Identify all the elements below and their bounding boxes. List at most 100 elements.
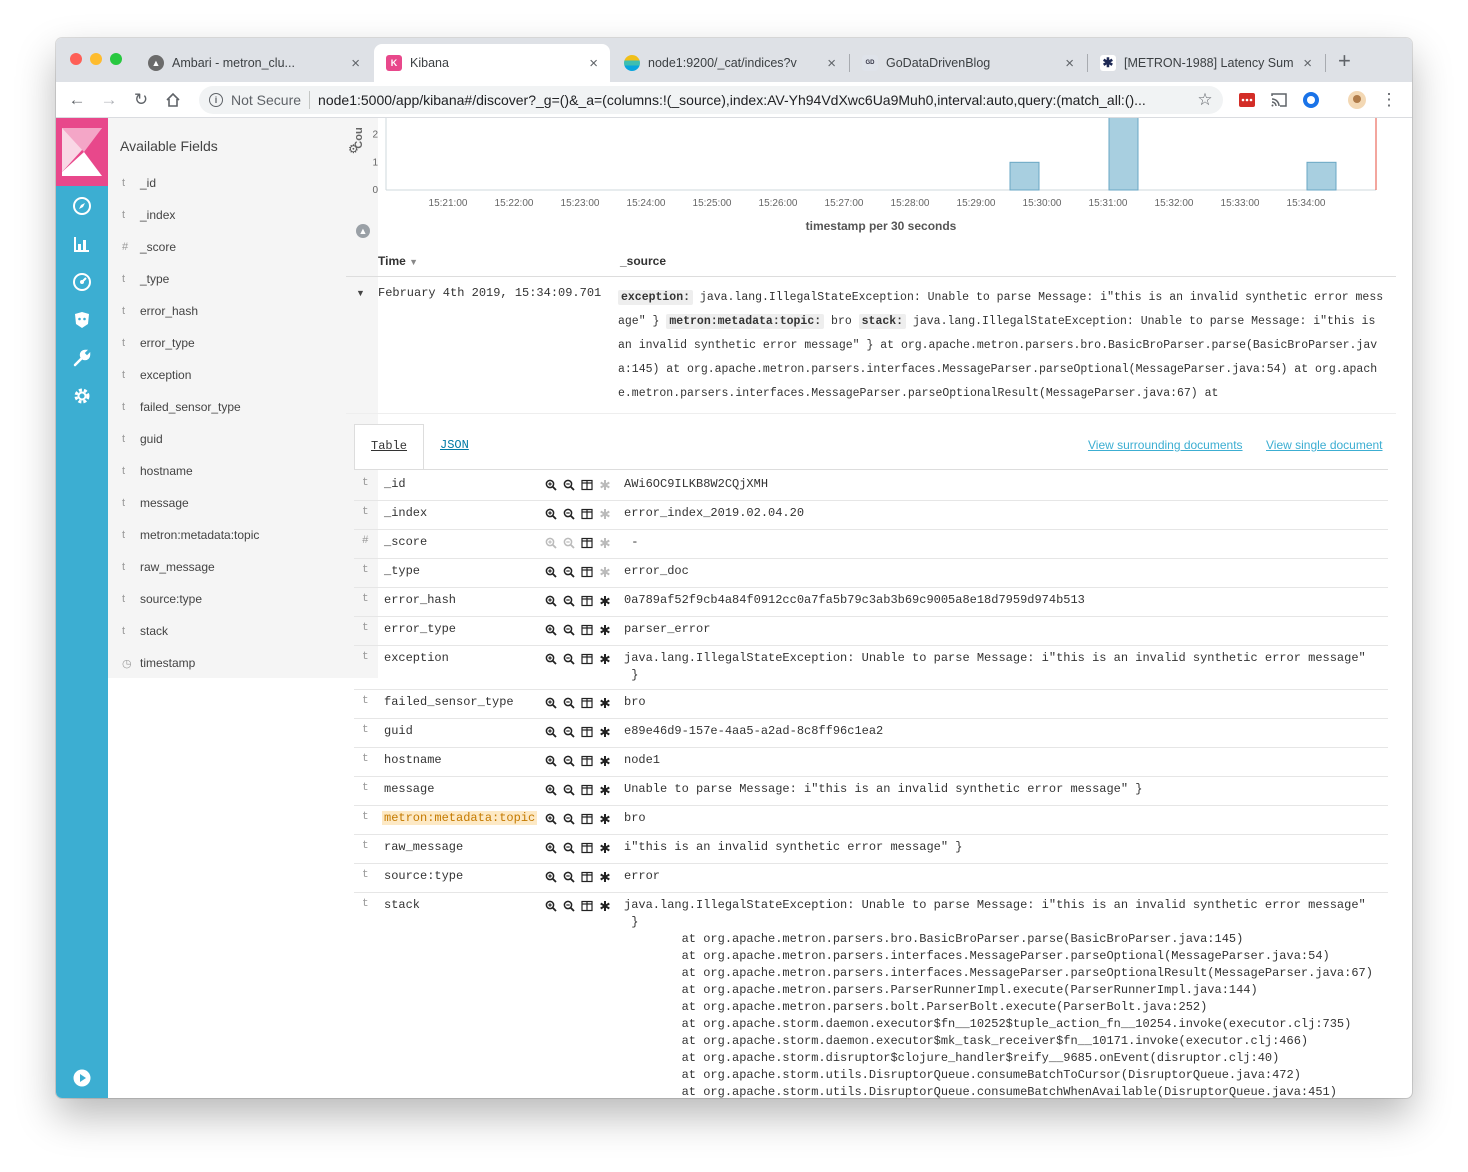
filter-out-value-icon[interactable] xyxy=(562,507,576,521)
filter-exists-icon[interactable] xyxy=(598,841,612,855)
tab-kibana[interactable]: K Kibana × xyxy=(374,44,610,82)
tab-metron-jira[interactable]: ✱ [METRON-1988] Latency Sum × xyxy=(1088,44,1324,82)
filter-exists-icon[interactable] xyxy=(598,812,612,826)
cast-icon[interactable] xyxy=(1268,89,1290,111)
filter-for-value-icon[interactable] xyxy=(544,652,558,666)
new-tab-button[interactable]: + xyxy=(1338,48,1351,74)
filter-exists-icon[interactable] xyxy=(598,507,612,521)
url-text[interactable]: node1:5000/app/kibana#/discover?_g=()&_a… xyxy=(318,92,1223,108)
filter-exists-icon[interactable] xyxy=(598,623,612,637)
filter-exists-icon[interactable] xyxy=(598,783,612,797)
bookmark-star-icon[interactable]: ☆ xyxy=(1194,89,1216,111)
field-item[interactable]: t _type xyxy=(122,269,169,289)
close-tab-icon[interactable]: × xyxy=(589,55,598,72)
filter-exists-icon[interactable] xyxy=(598,754,612,768)
chevron-up-icon[interactable]: ▲ xyxy=(356,224,370,238)
extension-lastpass-icon[interactable] xyxy=(1236,89,1258,111)
toggle-column-icon[interactable] xyxy=(580,899,594,913)
field-item[interactable]: t metron:metadata:topic xyxy=(122,525,259,545)
filter-out-value-icon[interactable] xyxy=(562,812,576,826)
view-surrounding-link[interactable]: View surrounding documents xyxy=(1088,438,1243,452)
profile-avatar[interactable] xyxy=(1346,89,1368,111)
filter-for-value-icon[interactable] xyxy=(544,594,558,608)
field-item[interactable]: t failed_sensor_type xyxy=(122,397,241,417)
dashboard-icon[interactable] xyxy=(72,272,92,292)
filter-out-value-icon[interactable] xyxy=(562,623,576,637)
toggle-column-icon[interactable] xyxy=(580,478,594,492)
filter-exists-icon[interactable] xyxy=(598,870,612,884)
filter-for-value-icon[interactable] xyxy=(544,899,558,913)
filter-out-value-icon[interactable] xyxy=(562,565,576,579)
toggle-column-icon[interactable] xyxy=(580,507,594,521)
close-tab-icon[interactable]: × xyxy=(1303,55,1312,72)
filter-for-value-icon[interactable] xyxy=(544,478,558,492)
filter-for-value-icon[interactable] xyxy=(544,783,558,797)
filter-for-value-icon[interactable] xyxy=(544,870,558,884)
visualize-icon[interactable] xyxy=(72,234,92,254)
filter-for-value-icon[interactable] xyxy=(544,536,558,550)
filter-for-value-icon[interactable] xyxy=(544,623,558,637)
timelion-icon[interactable] xyxy=(72,310,92,330)
toggle-column-icon[interactable] xyxy=(580,783,594,797)
toggle-column-icon[interactable] xyxy=(580,652,594,666)
address-bar[interactable]: i Not Secure node1:5000/app/kibana#/disc… xyxy=(199,86,1223,114)
filter-exists-icon[interactable] xyxy=(598,594,612,608)
tab-cat-indices[interactable]: node1:9200/_cat/indices?v × xyxy=(612,44,848,82)
toggle-column-icon[interactable] xyxy=(580,841,594,855)
filter-exists-icon[interactable] xyxy=(598,536,612,550)
filter-exists-icon[interactable] xyxy=(598,565,612,579)
filter-exists-icon[interactable] xyxy=(598,652,612,666)
field-item[interactable]: t stack xyxy=(122,621,168,641)
filter-out-value-icon[interactable] xyxy=(562,899,576,913)
field-item[interactable]: t raw_message xyxy=(122,557,215,577)
column-time[interactable]: Time ▼ xyxy=(378,254,418,268)
filter-for-value-icon[interactable] xyxy=(544,507,558,521)
field-item[interactable]: ◷ timestamp xyxy=(122,653,195,673)
filter-for-value-icon[interactable] xyxy=(544,754,558,768)
extension-circle-icon[interactable] xyxy=(1300,89,1322,111)
filter-for-value-icon[interactable] xyxy=(544,841,558,855)
tab-table[interactable]: Table xyxy=(354,424,425,470)
close-window-button[interactable] xyxy=(70,53,82,65)
sort-desc-icon[interactable]: ▼ xyxy=(409,257,418,267)
toggle-column-icon[interactable] xyxy=(580,812,594,826)
field-item[interactable]: t hostname xyxy=(122,461,193,481)
filter-for-value-icon[interactable] xyxy=(544,565,558,579)
close-tab-icon[interactable]: × xyxy=(1065,55,1074,72)
filter-out-value-icon[interactable] xyxy=(562,783,576,797)
filter-for-value-icon[interactable] xyxy=(544,812,558,826)
minimize-window-button[interactable] xyxy=(90,53,102,65)
field-item[interactable]: t _index xyxy=(122,205,175,225)
filter-out-value-icon[interactable] xyxy=(562,536,576,550)
kibana-logo[interactable] xyxy=(56,118,108,186)
filter-out-value-icon[interactable] xyxy=(562,725,576,739)
filter-out-value-icon[interactable] xyxy=(562,696,576,710)
filter-out-value-icon[interactable] xyxy=(562,652,576,666)
toggle-column-icon[interactable] xyxy=(580,594,594,608)
toggle-column-icon[interactable] xyxy=(580,754,594,768)
toggle-column-icon[interactable] xyxy=(580,565,594,579)
filter-out-value-icon[interactable] xyxy=(562,754,576,768)
tab-json[interactable]: JSON xyxy=(424,424,485,470)
filter-out-value-icon[interactable] xyxy=(562,478,576,492)
home-icon[interactable] xyxy=(162,89,184,111)
field-item[interactable]: t exception xyxy=(122,365,191,385)
field-item[interactable]: # _score xyxy=(122,237,176,257)
filter-exists-icon[interactable] xyxy=(598,478,612,492)
filter-for-value-icon[interactable] xyxy=(544,725,558,739)
filter-out-value-icon[interactable] xyxy=(562,870,576,884)
tab-godatadriven[interactable]: GD GoDataDrivenBlog × xyxy=(850,44,1086,82)
discover-icon[interactable] xyxy=(72,196,92,216)
caret-down-icon[interactable]: ▼ xyxy=(356,288,365,298)
toggle-column-icon[interactable] xyxy=(580,536,594,550)
filter-exists-icon[interactable] xyxy=(598,725,612,739)
filter-exists-icon[interactable] xyxy=(598,696,612,710)
info-icon[interactable]: i xyxy=(209,93,223,107)
filter-out-value-icon[interactable] xyxy=(562,594,576,608)
collapse-icon[interactable] xyxy=(72,1068,92,1088)
reload-icon[interactable]: ↻ xyxy=(130,89,152,111)
filter-exists-icon[interactable] xyxy=(598,899,612,913)
maximize-window-button[interactable] xyxy=(110,53,122,65)
field-item[interactable]: t error_hash xyxy=(122,301,198,321)
toggle-column-icon[interactable] xyxy=(580,696,594,710)
